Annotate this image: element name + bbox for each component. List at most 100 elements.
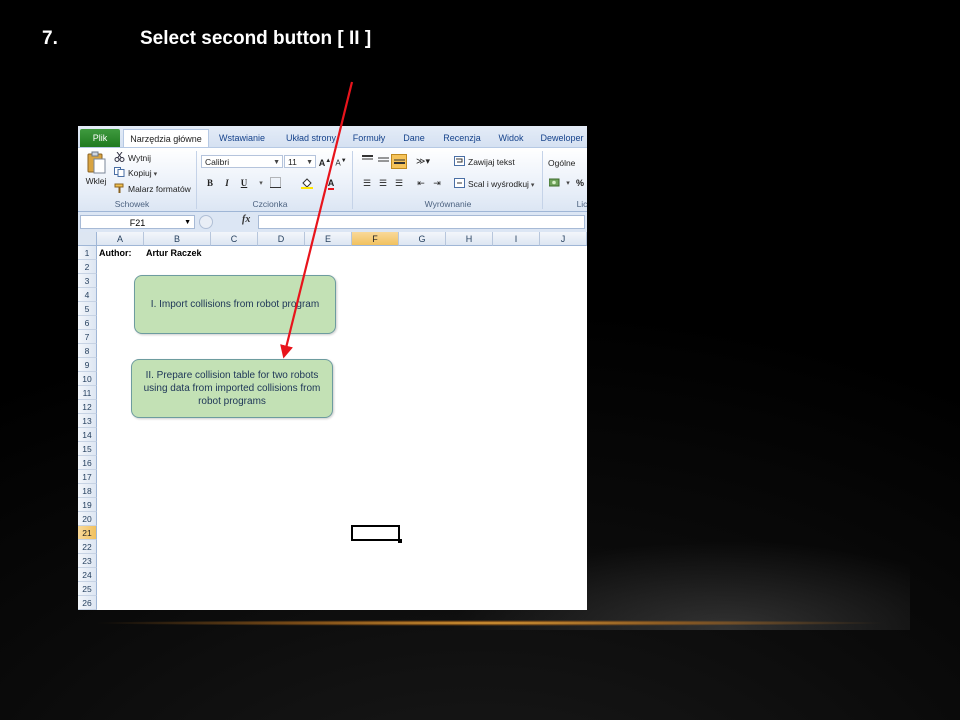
row-header-18[interactable]: 18 — [78, 484, 97, 498]
column-header-b[interactable]: B — [144, 232, 211, 246]
chevron-down-icon: ▼ — [273, 159, 280, 166]
align-middle-icon[interactable] — [376, 155, 390, 168]
row-header-1[interactable]: 1 — [78, 246, 97, 260]
group-label-alignment: Wyrównanie — [424, 199, 472, 209]
wrap-text-label: Zawijaj tekst — [468, 157, 515, 167]
row-header-5[interactable]: 5 — [78, 302, 97, 316]
font-name-combo[interactable]: Calibri ▼ — [201, 155, 283, 168]
row-header-11[interactable]: 11 — [78, 386, 97, 400]
tab-data[interactable]: Dane — [396, 129, 432, 147]
wrap-text-button[interactable]: Zawijaj tekst — [454, 156, 515, 168]
row-header-20[interactable]: 20 — [78, 512, 97, 526]
chevron-down-icon: ▼ — [184, 219, 191, 226]
group-label-font: Czcionka — [252, 199, 288, 209]
active-cell-f21[interactable] — [351, 525, 400, 541]
column-header-f[interactable]: F — [352, 232, 399, 246]
align-top-icon[interactable] — [360, 155, 374, 168]
tab-home[interactable]: Narzędzia główne — [123, 129, 209, 148]
decorative-glow-line — [90, 620, 890, 626]
format-painter-button[interactable]: Malarz formatów — [114, 183, 191, 195]
column-header-j[interactable]: J — [540, 232, 587, 246]
row-header-14[interactable]: 14 — [78, 428, 97, 442]
tab-page-layout[interactable]: Układ strony — [278, 129, 344, 147]
spreadsheet-grid[interactable]: A B C D E F G H I J 1 2 3 4 5 6 7 8 9 10 11 12 13 14 1… — [78, 232, 587, 610]
row-header-12[interactable]: 12 — [78, 400, 97, 414]
group-separator — [196, 151, 197, 209]
tab-file[interactable]: Plik — [80, 129, 120, 147]
row-header-8[interactable]: 8 — [78, 344, 97, 358]
orientation-icon[interactable]: ≫▾ — [416, 155, 430, 168]
row-header-2[interactable]: 2 — [78, 260, 97, 274]
insert-function-icon[interactable]: fx — [242, 214, 250, 225]
grow-font-icon[interactable]: A▲ — [318, 155, 332, 168]
formula-bar: F21 ▼ fx — [78, 212, 587, 233]
align-right-icon[interactable]: ☰ — [392, 177, 406, 190]
paste-label: Wklej — [85, 176, 107, 186]
cut-button[interactable]: Wytnij — [114, 151, 152, 164]
row-header-21[interactable]: 21 — [78, 526, 97, 540]
select-all-corner[interactable] — [78, 232, 97, 246]
column-header-h[interactable]: H — [446, 232, 493, 246]
tab-formulas[interactable]: Formuły — [348, 129, 390, 147]
row-header-10[interactable]: 10 — [78, 372, 97, 386]
align-bottom-icon[interactable] — [391, 154, 407, 169]
cell-a1[interactable]: Author: — [99, 246, 132, 260]
borders-icon[interactable] — [268, 177, 282, 190]
row-header-19[interactable]: 19 — [78, 498, 97, 512]
row-header-6[interactable]: 6 — [78, 316, 97, 330]
italic-button[interactable]: I — [220, 177, 234, 190]
column-header-g[interactable]: G — [399, 232, 446, 246]
name-box[interactable]: F21 ▼ — [80, 215, 195, 229]
chevron-down-icon[interactable]: ▾ — [254, 177, 268, 190]
row-header-17[interactable]: 17 — [78, 470, 97, 484]
column-header-a[interactable]: A — [97, 232, 144, 246]
increase-indent-icon[interactable]: ⇥ — [430, 177, 444, 190]
formula-input[interactable] — [258, 215, 585, 229]
fill-handle[interactable] — [398, 539, 402, 543]
group-label-number: Lic — [576, 199, 587, 209]
import-collisions-button[interactable]: I. Import collisions from robot program — [134, 275, 336, 334]
cell-b1[interactable]: Artur Raczek — [146, 246, 202, 260]
group-separator — [542, 151, 543, 209]
column-header-i[interactable]: I — [493, 232, 540, 246]
column-header-d[interactable]: D — [258, 232, 305, 246]
tab-insert[interactable]: Wstawianie — [212, 129, 272, 147]
row-header-24[interactable]: 24 — [78, 568, 97, 582]
fill-color-icon[interactable] — [300, 177, 314, 190]
paste-button[interactable]: Wklej — [83, 151, 109, 187]
currency-icon[interactable] — [548, 177, 562, 190]
row-header-9[interactable]: 9 — [78, 358, 97, 372]
row-header-16[interactable]: 16 — [78, 456, 97, 470]
row-header-4[interactable]: 4 — [78, 288, 97, 302]
tab-developer[interactable]: Deweloper — [536, 129, 587, 147]
column-header-e[interactable]: E — [305, 232, 352, 246]
decrease-indent-icon[interactable]: ⇤ — [414, 177, 428, 190]
align-left-icon[interactable]: ☰ — [360, 177, 374, 190]
excel-window: Plik Narzędzia główne Wstawianie Układ s… — [78, 126, 587, 610]
row-header-23[interactable]: 23 — [78, 554, 97, 568]
font-name-value: Calibri — [205, 157, 230, 167]
row-header-22[interactable]: 22 — [78, 540, 97, 554]
row-header-26[interactable]: 26 — [78, 596, 97, 610]
row-header-25[interactable]: 25 — [78, 582, 97, 596]
cut-label: Wytnij — [128, 153, 152, 163]
formula-bar-resize-handle[interactable] — [199, 215, 213, 229]
row-header-7[interactable]: 7 — [78, 330, 97, 344]
font-color-icon[interactable]: A — [324, 177, 338, 190]
row-header-13[interactable]: 13 — [78, 414, 97, 428]
number-format-combo[interactable]: Ogólne — [548, 157, 575, 169]
percent-button[interactable]: % — [573, 177, 587, 190]
merge-center-button[interactable]: Scal i wyśrodkuj ▾ — [454, 178, 534, 192]
underline-button[interactable]: U — [237, 177, 251, 190]
copy-button[interactable]: Kopiuj ▾ — [114, 167, 157, 181]
font-size-combo[interactable]: 11 ▼ — [284, 155, 316, 168]
prepare-collision-table-button[interactable]: II. Prepare collision table for two robo… — [131, 359, 333, 418]
align-center-icon[interactable]: ☰ — [376, 177, 390, 190]
row-header-3[interactable]: 3 — [78, 274, 97, 288]
tab-view[interactable]: Widok — [491, 129, 531, 147]
shrink-font-icon[interactable]: A▼ — [334, 155, 348, 168]
bold-button[interactable]: B — [203, 177, 217, 190]
row-header-15[interactable]: 15 — [78, 442, 97, 456]
column-header-c[interactable]: C — [211, 232, 258, 246]
tab-review[interactable]: Recenzja — [438, 129, 486, 147]
